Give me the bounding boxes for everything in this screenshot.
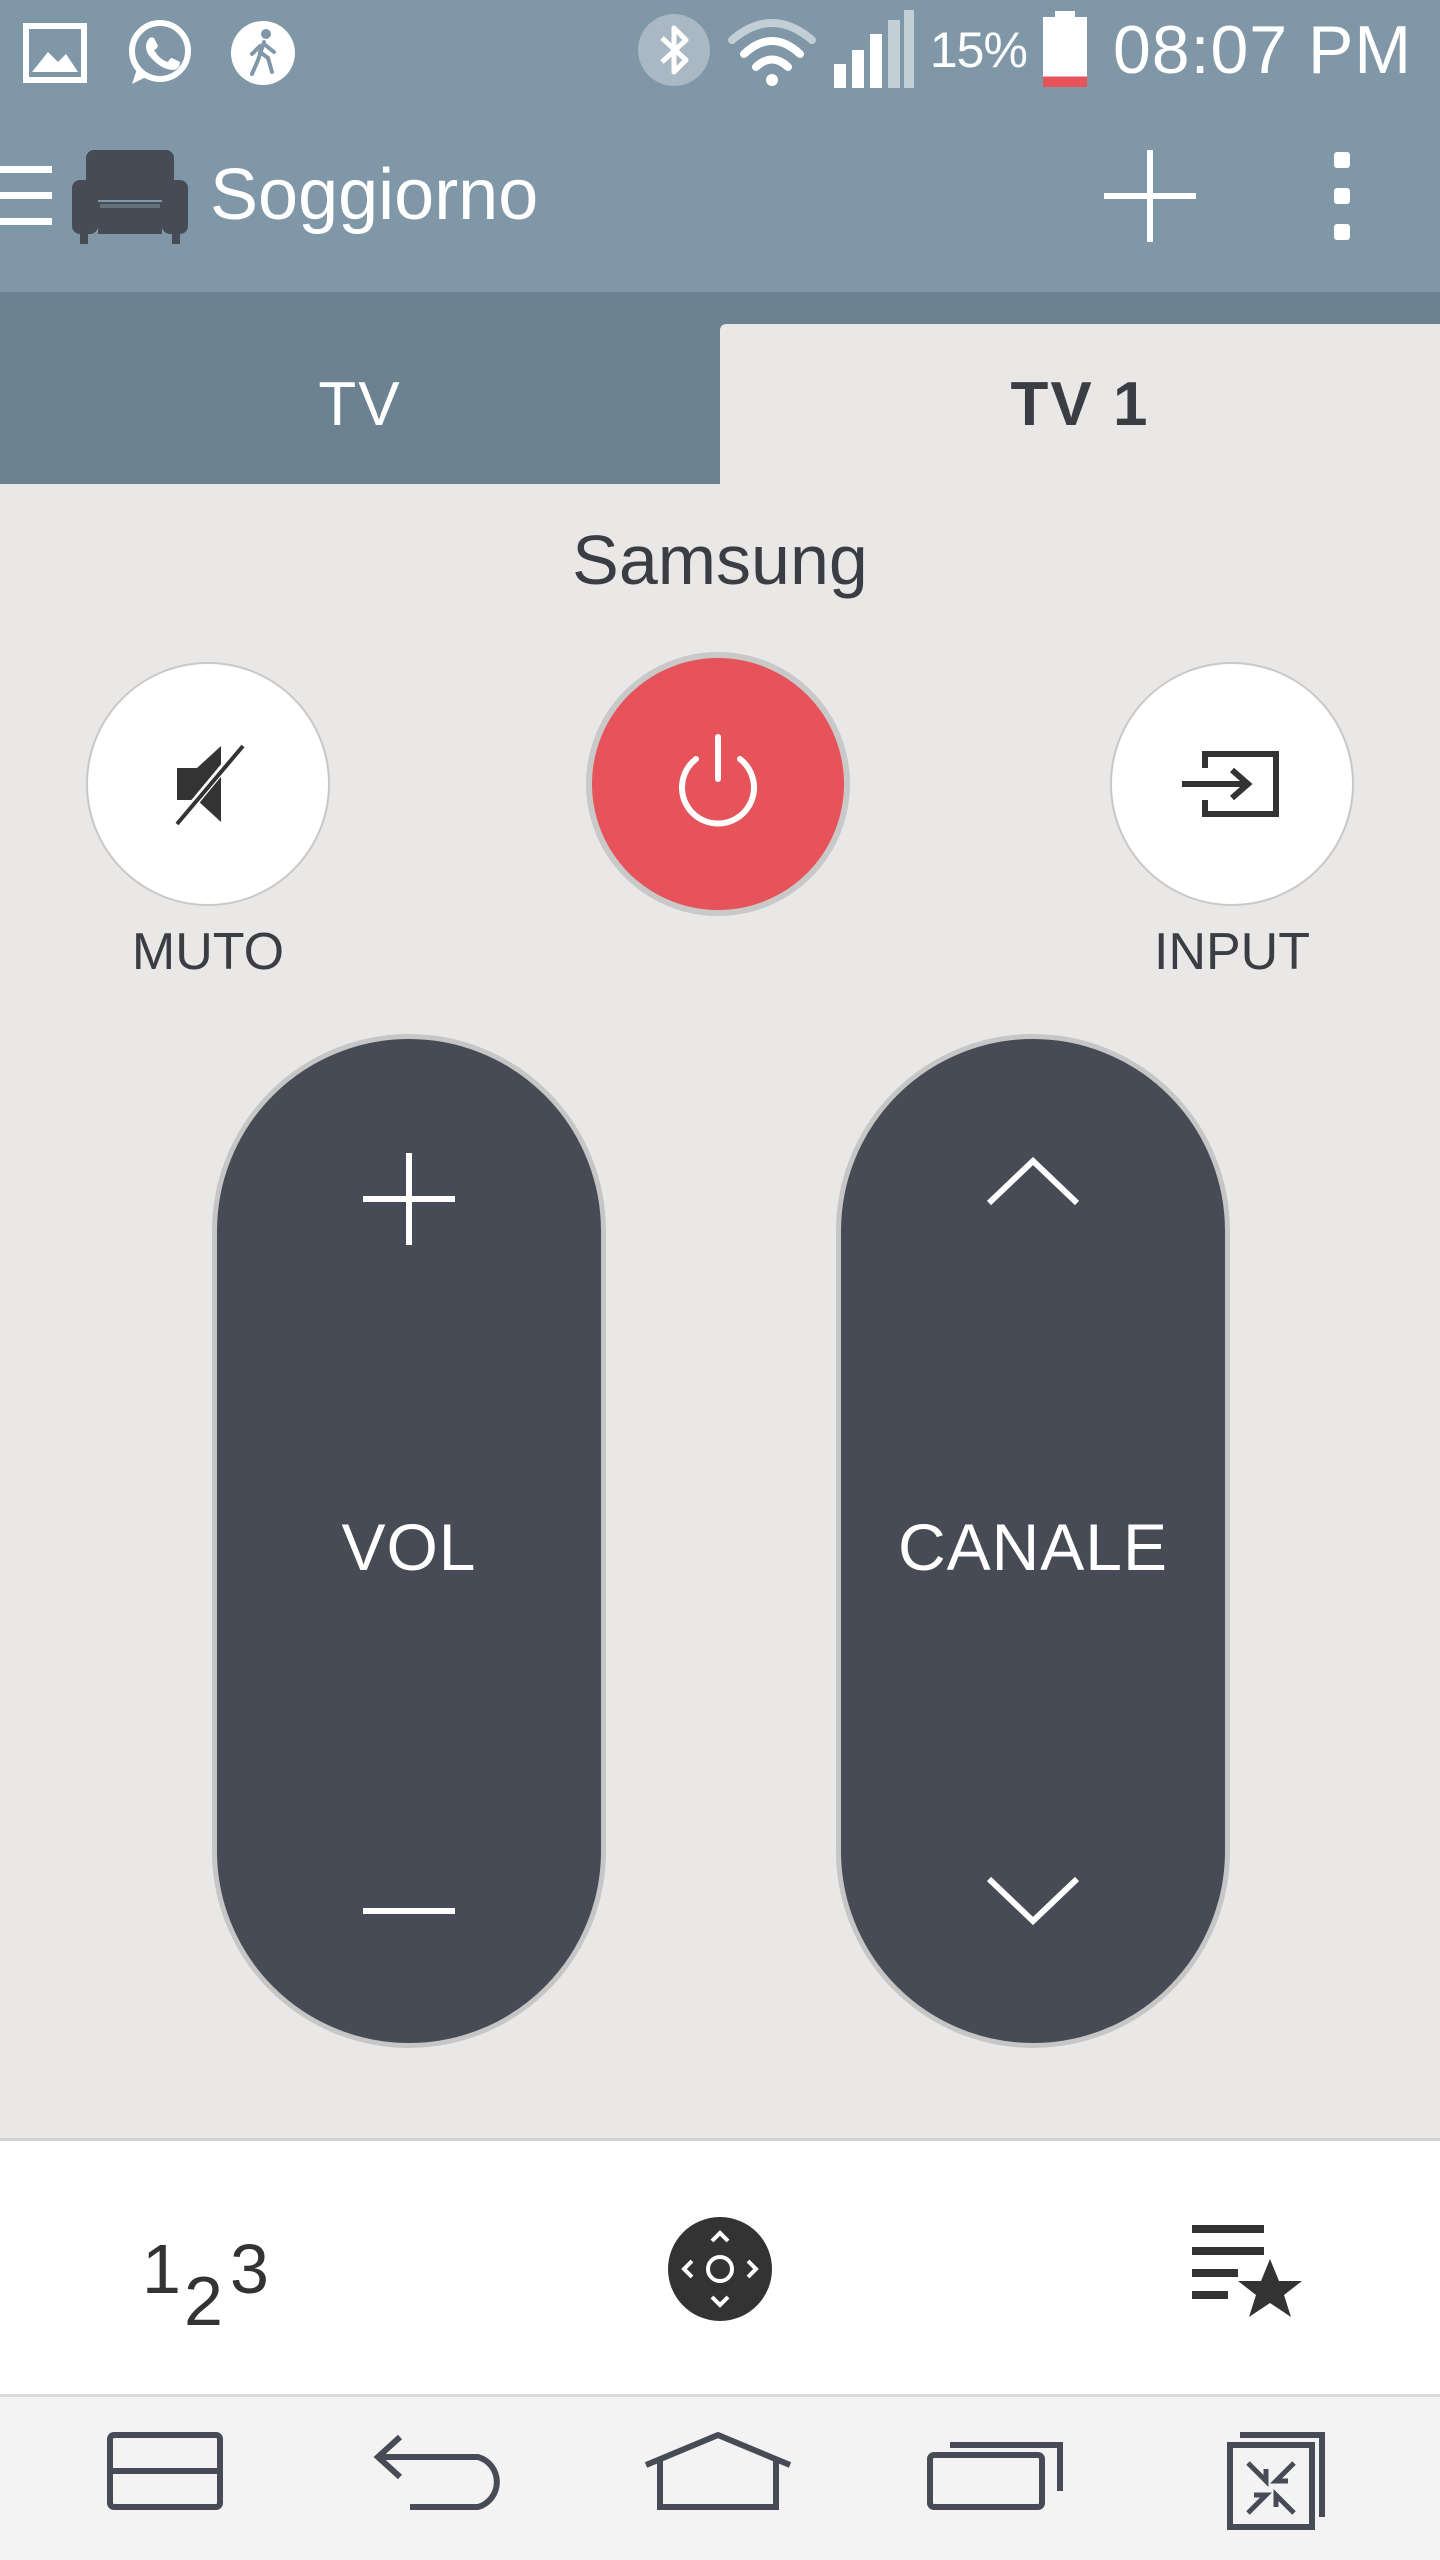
mute-icon: [171, 741, 247, 829]
notification-icons: [22, 18, 296, 88]
wifi-icon: [727, 19, 816, 86]
menu-icon[interactable]: [0, 164, 56, 228]
signal-icon: [833, 10, 914, 88]
volume-label: VOL: [341, 1510, 477, 1584]
favorites-icon[interactable]: [1190, 2221, 1306, 2321]
battery-icon: [1042, 11, 1087, 87]
numpad-icon[interactable]: 1 2 3: [140, 2229, 280, 2339]
tab-tv-1[interactable]: TV 1: [720, 324, 1440, 484]
remote-mode-bar: 1 2 3: [0, 2138, 1440, 2394]
volume-down-icon[interactable]: [361, 1891, 457, 1931]
input-icon: [1182, 751, 1279, 817]
more-options-icon[interactable]: [1322, 150, 1362, 242]
sofa-icon: [72, 150, 188, 244]
mute-label: MUTO: [131, 923, 285, 981]
room-title: Soggiorno: [210, 155, 539, 235]
input-label: INPUT: [1154, 923, 1310, 981]
status-bar: 15% 08:07 PM: [0, 0, 1440, 100]
input-button[interactable]: [1110, 662, 1354, 906]
channel-up-icon[interactable]: [983, 1151, 1083, 1211]
mute-button[interactable]: [86, 662, 330, 906]
clock: 08:07 PM: [1112, 12, 1412, 88]
device-brand: Samsung: [572, 521, 868, 599]
walking-icon: [231, 21, 295, 85]
home-icon[interactable]: [642, 2431, 794, 2511]
navigation-bar: [0, 2394, 1440, 2560]
system-icons: 15% 08:07 PM: [636, 10, 1412, 90]
dual-window-icon[interactable]: [106, 2431, 224, 2511]
power-icon: [679, 734, 757, 827]
recent-apps-icon[interactable]: [926, 2431, 1066, 2511]
numpad-digit-1: 1: [142, 2230, 181, 2308]
numpad-digit-3: 3: [230, 2230, 269, 2308]
gallery-icon: [23, 23, 87, 83]
tab-tv[interactable]: TV: [0, 324, 720, 484]
battery-percent: 15%: [929, 22, 1028, 78]
add-icon[interactable]: [1100, 146, 1200, 246]
volume-up-icon[interactable]: [361, 1151, 457, 1247]
channel-down-icon[interactable]: [983, 1871, 1083, 1931]
channel-rocker: CANALE: [836, 1034, 1230, 2048]
numpad-digit-2: 2: [184, 2262, 223, 2339]
app-bar: Soggiorno: [0, 100, 1440, 292]
whatsapp-icon: [129, 20, 191, 84]
dpad-icon[interactable]: [668, 2217, 772, 2321]
bluetooth-icon: [637, 14, 710, 86]
channel-label: CANALE: [897, 1510, 1169, 1584]
volume-rocker: VOL: [212, 1034, 606, 2048]
back-icon[interactable]: [370, 2431, 510, 2511]
device-tabs: TV TV 1: [0, 292, 1440, 484]
power-button[interactable]: [586, 652, 850, 916]
mini-view-icon[interactable]: [1226, 2431, 1326, 2531]
